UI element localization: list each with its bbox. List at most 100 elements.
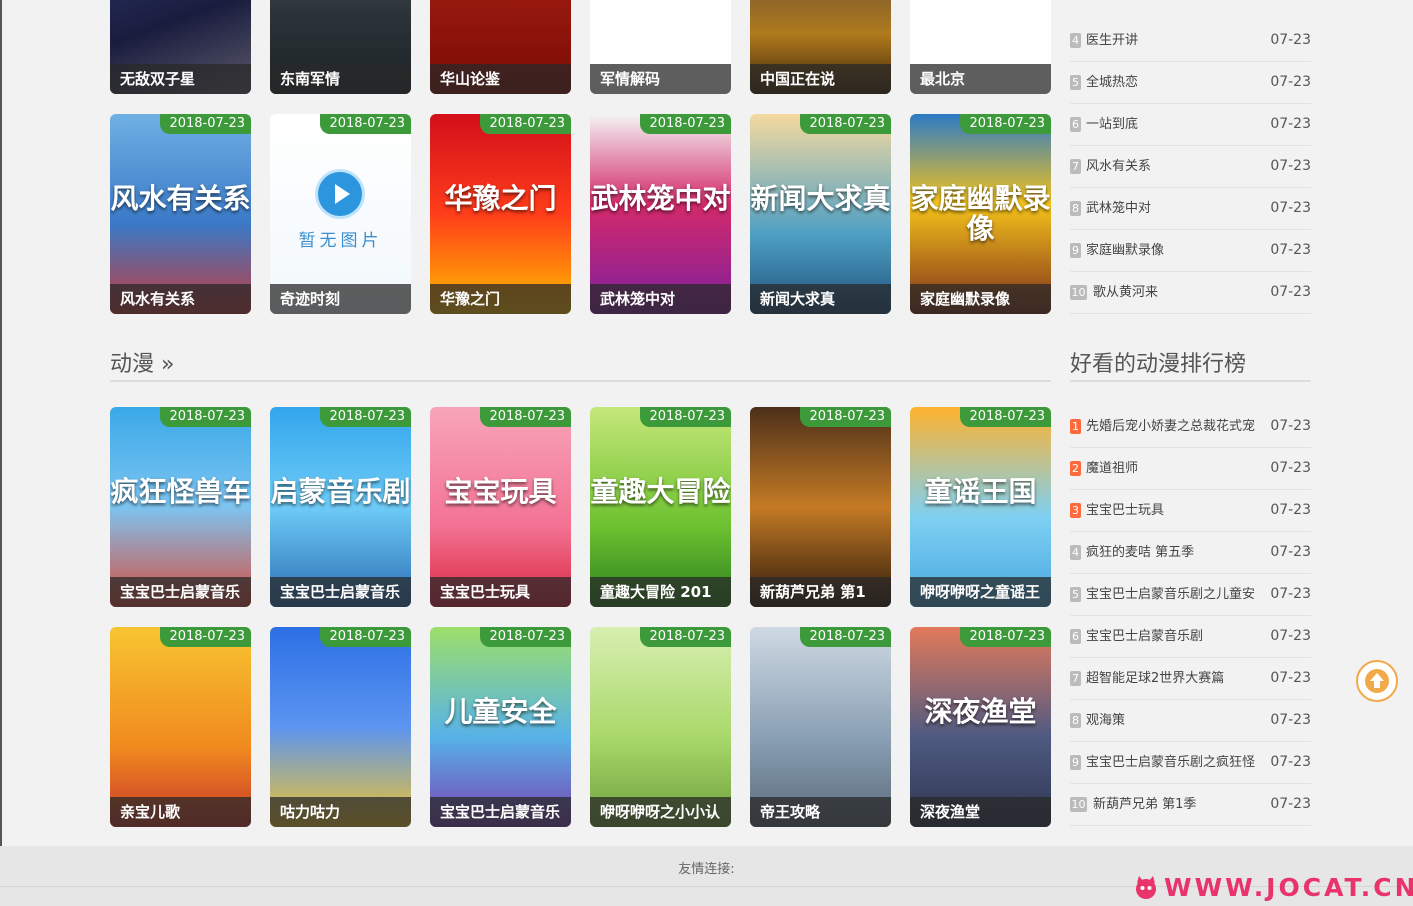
rank-item-title[interactable]: 家庭幽默录像 (1086, 230, 1164, 271)
video-title[interactable]: 华豫之门 (430, 284, 571, 314)
video-title[interactable]: 中国正在说 (750, 64, 891, 94)
poster-art-text: 家庭幽默录像 (910, 182, 1051, 245)
date-badge: 2018-07-23 (800, 627, 891, 647)
video-title[interactable]: 最北京 (910, 64, 1051, 94)
rank-number: 8 (1070, 713, 1081, 728)
rank-item[interactable]: 10 歌从黄河来 07-23 (1070, 272, 1311, 314)
video-title[interactable]: 帝王攻略 (750, 797, 891, 827)
video-title[interactable]: 家庭幽默录像 (910, 284, 1051, 314)
video-card[interactable]: 新闻大求真 2018-07-23 新闻大求真 (750, 114, 891, 314)
rank-item[interactable]: 8 观海策 07-23 (1070, 700, 1311, 742)
video-title[interactable]: 东南军情 (270, 64, 411, 94)
video-card[interactable]: 疯狂怪兽车 2018-07-23 宝宝巴士启蒙音乐 (110, 407, 251, 607)
page-left-border (0, 0, 2, 906)
rank-item[interactable]: 5 全城热恋 07-23 (1070, 62, 1311, 104)
rank-item-title[interactable]: 魔道祖师 (1086, 448, 1138, 489)
rank-item[interactable]: 9 宝宝巴士启蒙音乐剧之疯狂怪 07-23 (1070, 742, 1311, 784)
rank-item[interactable]: 4 医生开讲 07-23 (1070, 20, 1311, 62)
rank-item-title[interactable]: 超智能足球2世界大赛篇 (1086, 658, 1224, 699)
video-card[interactable]: 2018-07-23 亲宝儿歌 (110, 627, 251, 827)
back-to-top-button[interactable] (1356, 660, 1398, 702)
anime-section-title[interactable]: 动漫 » (110, 346, 174, 378)
rank-item[interactable]: 4 疯狂的麦咭 第五季 07-23 (1070, 532, 1311, 574)
rank-item-title[interactable]: 武林笼中对 (1086, 188, 1151, 229)
video-card[interactable]: 中国正在说 (750, 0, 891, 94)
video-title[interactable]: 无敌双子星 (110, 64, 251, 94)
rank-item-title[interactable]: 风水有关系 (1086, 146, 1151, 187)
video-title[interactable]: 深夜渔堂 (910, 797, 1051, 827)
date-badge: 2018-07-23 (320, 627, 411, 647)
video-title[interactable]: 风水有关系 (110, 284, 251, 314)
rank-item[interactable]: 5 宝宝巴士启蒙音乐剧之儿童安 07-23 (1070, 574, 1311, 616)
rank-item[interactable]: 8 武林笼中对 07-23 (1070, 188, 1311, 230)
rank-item[interactable]: 6 宝宝巴士启蒙音乐剧 07-23 (1070, 616, 1311, 658)
rank-item-title[interactable]: 一站到底 (1086, 104, 1138, 145)
video-title[interactable]: 新闻大求真 (750, 284, 891, 314)
rank-item-title[interactable]: 宝宝巴士启蒙音乐剧 (1086, 616, 1203, 657)
video-card[interactable]: 华豫之门 2018-07-23 华豫之门 (430, 114, 571, 314)
video-card[interactable]: 东南军情 (270, 0, 411, 94)
rank-item-date: 07-23 (1270, 586, 1311, 602)
video-title[interactable]: 童趣大冒险 201 (590, 577, 731, 607)
video-title[interactable]: 武林笼中对 (590, 284, 731, 314)
video-card[interactable]: 暂无图片 2018-07-23 奇迹时刻 (270, 114, 411, 314)
video-title[interactable]: 军情解码 (590, 64, 731, 94)
video-card[interactable]: 2018-07-23 咕力咕力 (270, 627, 411, 827)
video-card[interactable]: 2018-07-23 咿呀咿呀之小小认 (590, 627, 731, 827)
poster-art-text: 深夜渔堂 (924, 695, 1037, 728)
video-card[interactable]: 风水有关系 2018-07-23 风水有关系 (110, 114, 251, 314)
video-card[interactable]: 启蒙音乐剧 2018-07-23 宝宝巴士启蒙音乐 (270, 407, 411, 607)
poster-art-text: 童趣大冒险 (590, 475, 731, 508)
cat-logo-icon (1136, 876, 1156, 899)
video-card[interactable]: 暂无图片军情解码 (590, 0, 731, 94)
rank-item-title[interactable]: 疯狂的麦咭 第五季 (1086, 532, 1194, 573)
video-card[interactable]: 童谣王国 2018-07-23 咿呀咿呀之童谣王 (910, 407, 1051, 607)
video-title[interactable]: 宝宝巴士启蒙音乐 (270, 577, 411, 607)
rank-item-title[interactable]: 医生开讲 (1086, 20, 1138, 61)
rank-item-title[interactable]: 观海策 (1086, 700, 1125, 741)
rank-item-title[interactable]: 宝宝巴士启蒙音乐剧之儿童安 (1086, 574, 1255, 615)
video-title[interactable]: 宝宝巴士玩具 (430, 577, 571, 607)
rank-item-date: 07-23 (1270, 460, 1311, 476)
video-card[interactable]: 论鉴华山论鉴 (430, 0, 571, 94)
video-card[interactable]: 2018-07-23 帝王攻略 (750, 627, 891, 827)
video-card[interactable]: 儿童安全 2018-07-23 宝宝巴士启蒙音乐 (430, 627, 571, 827)
rank-item[interactable]: 3 宝宝巴士玩具 07-23 (1070, 490, 1311, 532)
video-title[interactable]: 宝宝巴士启蒙音乐 (430, 797, 571, 827)
video-title[interactable]: 新葫芦兄弟 第1 (750, 577, 891, 607)
rank-item-date: 07-23 (1270, 32, 1311, 48)
video-card[interactable]: 家庭幽默录像 2018-07-23 家庭幽默录像 (910, 114, 1051, 314)
rank-item-title[interactable]: 新葫芦兄弟 第1季 (1093, 784, 1196, 825)
video-title[interactable]: 奇迹时刻 (270, 284, 411, 314)
video-card[interactable]: 2018-07-23 新葫芦兄弟 第1 (750, 407, 891, 607)
rank-item[interactable]: 1 先婚后宠小娇妻之总裁花式宠 07-23 (1070, 406, 1311, 448)
video-card[interactable]: 宝宝玩具 2018-07-23 宝宝巴士玩具 (430, 407, 571, 607)
video-title[interactable]: 咿呀咿呀之童谣王 (910, 577, 1051, 607)
video-card[interactable]: 无敌双子星 (110, 0, 251, 94)
rank-item[interactable]: 9 家庭幽默录像 07-23 (1070, 230, 1311, 272)
rank-number: 9 (1070, 755, 1081, 770)
rank-item-title[interactable]: 宝宝巴士启蒙音乐剧之疯狂怪 (1086, 742, 1255, 783)
rank-number: 6 (1070, 117, 1081, 132)
video-card[interactable]: 武林笼中对 2018-07-23 武林笼中对 (590, 114, 731, 314)
rank-item[interactable]: 10 新葫芦兄弟 第1季 07-23 (1070, 784, 1311, 826)
video-card[interactable]: 童趣大冒险 2018-07-23 童趣大冒险 201 (590, 407, 731, 607)
video-title[interactable]: 宝宝巴士启蒙音乐 (110, 577, 251, 607)
rank-item-title[interactable]: 先婚后宠小娇妻之总裁花式宠 (1086, 406, 1255, 447)
rank-number: 2 (1070, 461, 1081, 476)
video-title[interactable]: 咕力咕力 (270, 797, 411, 827)
rank-item-title[interactable]: 宝宝巴士玩具 (1086, 490, 1164, 531)
video-card[interactable]: 深夜渔堂 2018-07-23 深夜渔堂 (910, 627, 1051, 827)
rank-item[interactable]: 6 一站到底 07-23 (1070, 104, 1311, 146)
rank-item[interactable]: 7 超智能足球2世界大赛篇 07-23 (1070, 658, 1311, 700)
rank-item-title[interactable]: 全城热恋 (1086, 62, 1138, 103)
rank-number: 10 (1070, 797, 1087, 812)
rank-item-title[interactable]: 歌从黄河来 (1093, 272, 1158, 313)
rank-item[interactable]: 7 风水有关系 07-23 (1070, 146, 1311, 188)
rank-item[interactable]: 2 魔道祖师 07-23 (1070, 448, 1311, 490)
poster-art-text: 风水有关系 (110, 182, 251, 215)
video-title[interactable]: 华山论鉴 (430, 64, 571, 94)
video-title[interactable]: 亲宝儿歌 (110, 797, 251, 827)
video-card[interactable]: 暂无图片最北京 (910, 0, 1051, 94)
video-title[interactable]: 咿呀咿呀之小小认 (590, 797, 731, 827)
